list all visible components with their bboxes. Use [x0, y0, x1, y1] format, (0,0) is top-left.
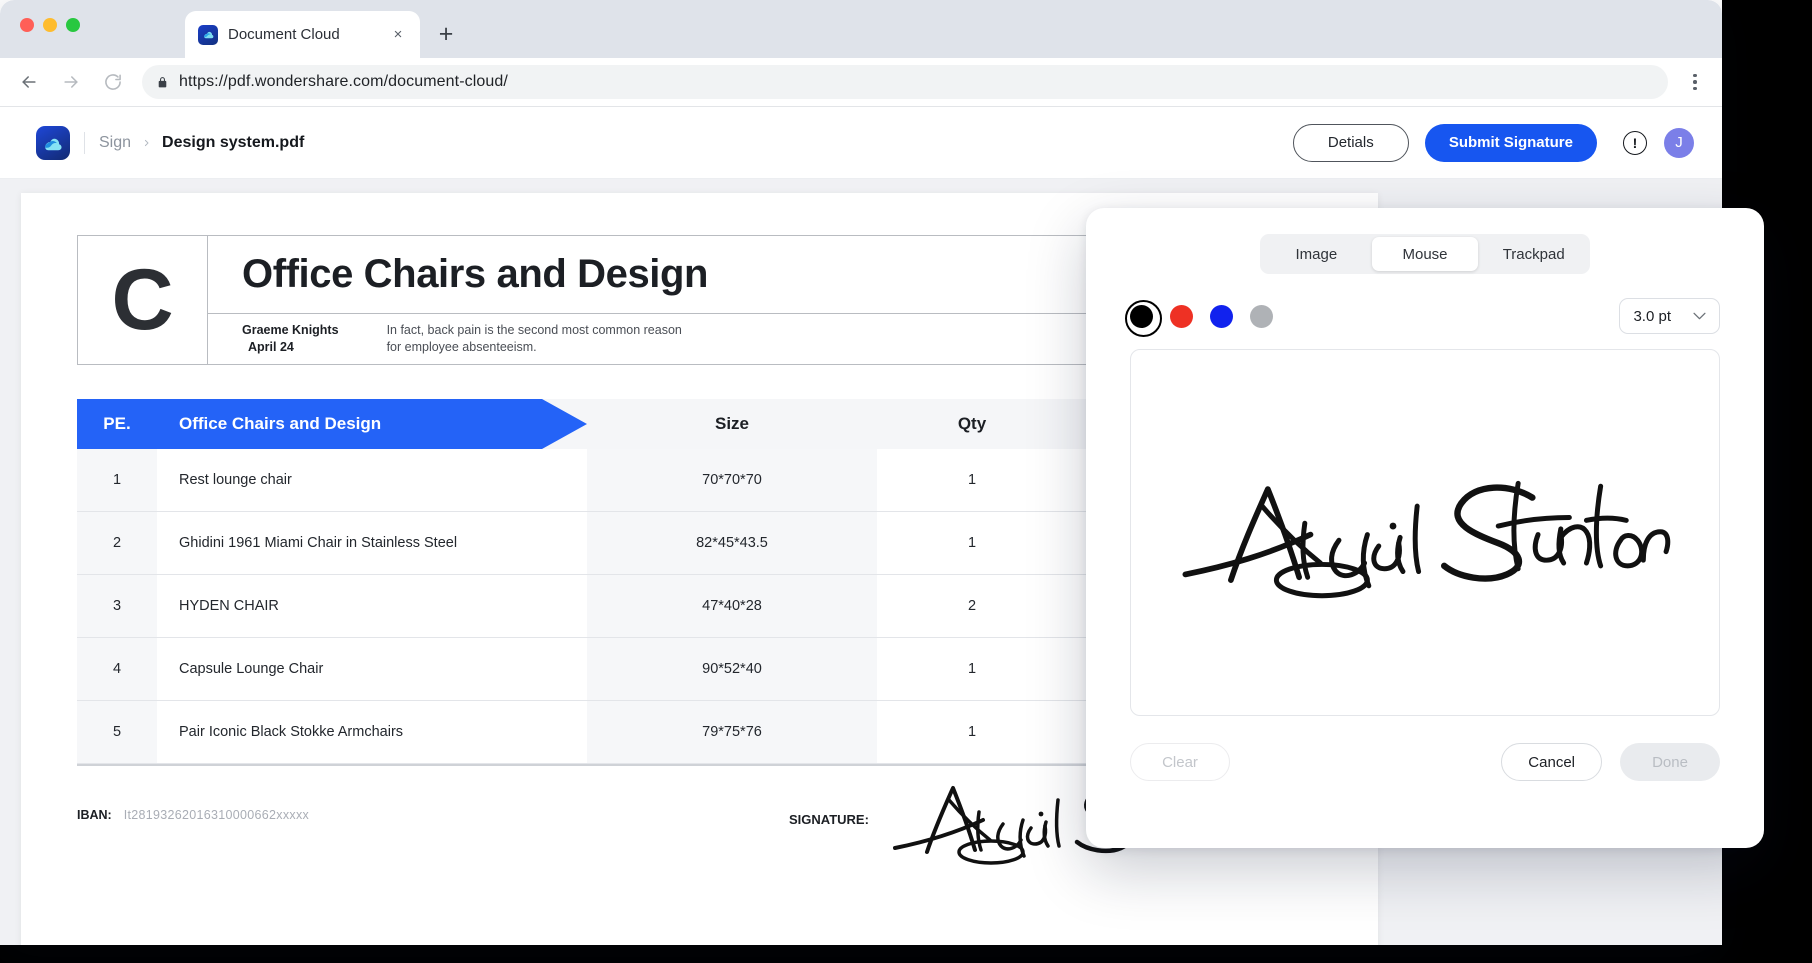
- browser-tab-title: Document Cloud: [228, 26, 379, 43]
- pen-size-select[interactable]: 3.0 pt: [1619, 298, 1720, 334]
- cloud-icon: [198, 25, 218, 45]
- lock-icon: [156, 75, 169, 90]
- color-swatch-blue[interactable]: [1210, 305, 1233, 328]
- close-window-button[interactable]: [20, 18, 34, 32]
- column-header-name: Office Chairs and Design: [157, 414, 587, 434]
- document-date: April 24: [242, 339, 339, 356]
- screen: Document Cloud × + https: [0, 0, 1812, 963]
- wondershare-logo-icon: [36, 126, 70, 160]
- cell-size: 47*40*28: [587, 575, 877, 637]
- iban-label: IBAN:: [77, 808, 112, 822]
- breadcrumb-root[interactable]: Sign: [99, 134, 131, 152]
- cell-qty: 1: [877, 449, 1067, 511]
- signature-canvas[interactable]: [1130, 349, 1720, 716]
- column-header-qty: Qty: [877, 414, 1067, 434]
- signature-modal: Image Mouse Trackpad 3.0 pt: [1086, 208, 1764, 848]
- new-tab-button[interactable]: +: [434, 22, 458, 46]
- cell-qty: 1: [877, 701, 1067, 763]
- cell-name: Capsule Lounge Chair: [157, 638, 587, 700]
- close-tab-icon[interactable]: ×: [389, 26, 407, 44]
- details-button[interactable]: Detials: [1293, 124, 1409, 162]
- alert-icon[interactable]: !: [1623, 131, 1647, 155]
- page-backdrop-bottom: [0, 945, 1812, 963]
- address-bar[interactable]: https://pdf.wondershare.com/document-clo…: [142, 65, 1668, 99]
- cell-pe: 2: [77, 512, 157, 574]
- app-header: Sign Design system.pdf Detials Submit Si…: [0, 107, 1722, 179]
- clear-button[interactable]: Clear: [1130, 743, 1230, 781]
- cell-name: Ghidini 1961 Miami Chair in Stainless St…: [157, 512, 587, 574]
- cell-name: HYDEN CHAIR: [157, 575, 587, 637]
- forward-button[interactable]: [58, 69, 84, 95]
- tab-mouse[interactable]: Mouse: [1372, 237, 1479, 271]
- cell-size: 82*45*43.5: [587, 512, 877, 574]
- cell-size: 90*52*40: [587, 638, 877, 700]
- window-controls[interactable]: [20, 18, 80, 32]
- browser-tab[interactable]: Document Cloud ×: [185, 11, 420, 58]
- tab-image[interactable]: Image: [1263, 237, 1370, 271]
- maximize-window-button[interactable]: [66, 18, 80, 32]
- canvas-signature-ink: [1175, 472, 1675, 605]
- kebab-menu-icon[interactable]: [1684, 74, 1706, 91]
- document-note: In fact, back pain is the second most co…: [387, 322, 682, 356]
- browser-titlebar: Document Cloud × +: [0, 0, 1722, 58]
- iban-value: It28193262016310000662xxxxx: [124, 808, 309, 822]
- done-button[interactable]: Done: [1620, 743, 1720, 781]
- author-block: Graeme Knights April 24: [242, 322, 339, 356]
- cancel-button[interactable]: Cancel: [1501, 743, 1602, 781]
- minimize-window-button[interactable]: [43, 18, 57, 32]
- chevron-down-icon: [1693, 310, 1706, 322]
- url-text: https://pdf.wondershare.com/document-clo…: [179, 73, 508, 91]
- note-line-1: In fact, back pain is the second most co…: [387, 323, 682, 337]
- color-swatches[interactable]: [1130, 305, 1273, 328]
- iban-row: IBAN: It28193262016310000662xxxxx: [77, 808, 309, 822]
- signature-modal-footer: Clear Cancel Done: [1130, 743, 1720, 781]
- cell-qty: 1: [877, 638, 1067, 700]
- cell-pe: 1: [77, 449, 157, 511]
- column-header-size: Size: [587, 414, 877, 434]
- cell-pe: 3: [77, 575, 157, 637]
- color-swatch-black[interactable]: [1130, 305, 1153, 328]
- cell-qty: 2: [877, 575, 1067, 637]
- signature-mode-tabs[interactable]: Image Mouse Trackpad: [1260, 234, 1590, 274]
- cell-pe: 4: [77, 638, 157, 700]
- submit-signature-button[interactable]: Submit Signature: [1425, 124, 1597, 162]
- reload-button[interactable]: [100, 69, 126, 95]
- cell-size: 70*70*70: [587, 449, 877, 511]
- cell-name: Pair Iconic Black Stokke Armchairs: [157, 701, 587, 763]
- note-line-2: for employee absenteeism.: [387, 340, 537, 354]
- back-button[interactable]: [16, 69, 42, 95]
- color-swatch-red[interactable]: [1170, 305, 1193, 328]
- author-name: Graeme Knights: [242, 323, 339, 337]
- chevron-right-icon: [142, 136, 151, 150]
- tab-trackpad[interactable]: Trackpad: [1480, 237, 1587, 271]
- color-swatch-gray[interactable]: [1250, 305, 1273, 328]
- column-header-pe: PE.: [77, 414, 157, 434]
- cell-name: Rest lounge chair: [157, 449, 587, 511]
- avatar[interactable]: J: [1664, 128, 1694, 158]
- cell-size: 79*75*76: [587, 701, 877, 763]
- header-divider: [84, 132, 85, 154]
- breadcrumb-current-file: Design system.pdf: [162, 134, 304, 152]
- cell-pe: 5: [77, 701, 157, 763]
- drop-cap-letter: C: [78, 236, 208, 364]
- cell-qty: 1: [877, 512, 1067, 574]
- browser-omnibar: https://pdf.wondershare.com/document-clo…: [0, 58, 1722, 107]
- pen-size-value: 3.0 pt: [1633, 308, 1671, 325]
- signature-label: SIGNATURE:: [789, 812, 869, 827]
- signature-toolbar: 3.0 pt: [1130, 301, 1720, 331]
